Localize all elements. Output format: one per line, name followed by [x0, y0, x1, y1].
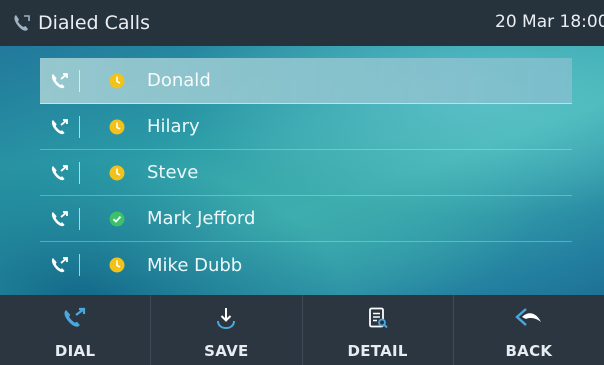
datetime-display: 20 Mar 18:00 [495, 12, 604, 32]
outgoing-call-icon [50, 210, 76, 228]
divider [79, 69, 80, 92]
save-icon [214, 303, 238, 333]
clock-icon [109, 165, 125, 181]
title-bar: Dialed Calls 20 Mar 18:00 [0, 0, 604, 46]
back-icon [514, 303, 544, 333]
clock-icon [109, 119, 125, 135]
contact-name: Steve [147, 162, 199, 183]
outgoing-call-icon [50, 164, 76, 182]
contact-name: Hilary [147, 116, 200, 137]
divider [79, 207, 80, 230]
call-list: Donald Hilary Steve Mark Jefford Mike Du… [0, 58, 604, 288]
detail-icon [366, 303, 390, 333]
page-title: Dialed Calls [38, 12, 150, 34]
divider [79, 254, 80, 276]
back-button[interactable]: BACK [454, 295, 604, 365]
dial-label: DIAL [54, 342, 96, 360]
divider [79, 161, 80, 184]
softkey-bar: DIAL SAVE DETAIL BACK [0, 295, 604, 365]
contact-name: Mike Dubb [147, 254, 243, 276]
phone-history-icon [12, 13, 32, 33]
clock-icon [109, 257, 125, 273]
dial-icon [62, 303, 88, 333]
save-label: SAVE [204, 342, 249, 360]
outgoing-call-icon [50, 118, 76, 136]
back-label: BACK [505, 342, 553, 360]
call-row[interactable]: Mark Jefford [40, 196, 572, 242]
save-button[interactable]: SAVE [151, 295, 303, 365]
outgoing-call-icon [50, 256, 76, 274]
divider [79, 115, 80, 138]
call-row[interactable]: Mike Dubb [40, 242, 572, 288]
call-row[interactable]: Steve [40, 150, 572, 196]
outgoing-call-icon [50, 72, 76, 90]
detail-button[interactable]: DETAIL [303, 295, 454, 365]
call-row[interactable]: Donald [40, 58, 572, 104]
call-row[interactable]: Hilary [40, 104, 572, 150]
check-icon [109, 211, 125, 227]
contact-name: Mark Jefford [147, 208, 256, 229]
contact-name: Donald [147, 70, 211, 91]
dial-button[interactable]: DIAL [0, 295, 152, 365]
detail-label: DETAIL [347, 342, 408, 360]
phone-screen: Dialed Calls 20 Mar 18:00 Donald Hilary … [0, 0, 604, 365]
clock-icon [109, 73, 125, 89]
